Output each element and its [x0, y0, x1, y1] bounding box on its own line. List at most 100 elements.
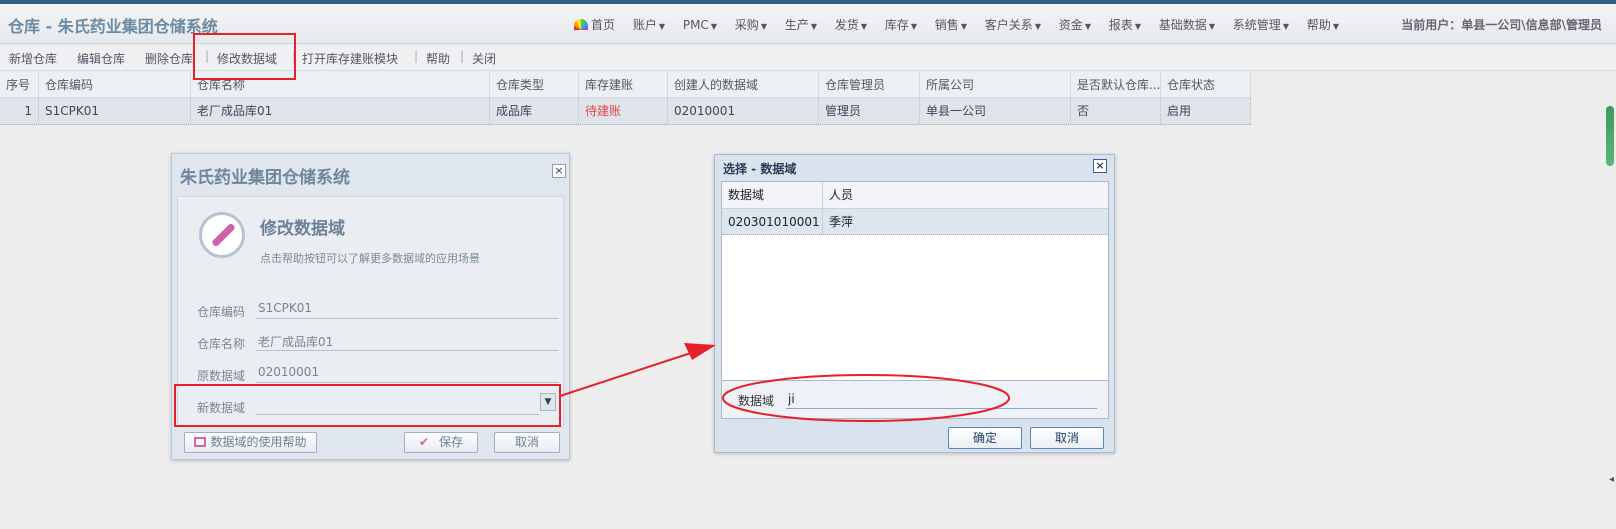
table-cell: 单县一公司	[920, 98, 1071, 124]
orig-domain-label: 原数据域	[197, 369, 246, 383]
table-cell: 020301010001	[722, 209, 823, 234]
column-header[interactable]: 库存建账	[579, 72, 668, 97]
dialog-subtitle: 点击帮助按钮可以了解更多数据域的应用场景	[260, 252, 480, 265]
caret-down-icon: ▼	[1332, 22, 1339, 31]
table-cell: 否	[1071, 98, 1161, 124]
toolbar-divider: |	[414, 49, 419, 63]
delete-warehouse-button[interactable]: 删除仓库	[145, 50, 193, 67]
dialog-title: 选择 - 数据域	[723, 162, 797, 176]
help-button[interactable]: 帮助	[426, 50, 450, 67]
modify-data-domain-button[interactable]: 修改数据域	[217, 50, 277, 67]
caret-down-icon: ▼	[658, 22, 666, 31]
main-menu: 首页 账户 ▼ PMC ▼ 采购 ▼ 生产 ▼ 发货 ▼ 库存 ▼ 销售 ▼ 客户关系 ▼ 资金…	[574, 16, 1353, 33]
search-input[interactable]	[786, 389, 1097, 409]
modify-domain-dialog: 朱氏药业集团仓储系统 × 修改数据域 点击帮助按钮可以了解更多数据域的应用场景 …	[171, 153, 570, 460]
domain-help-button[interactable]: 数据域的使用帮助	[184, 432, 317, 453]
menu-sales[interactable]: 销售 ▼	[935, 16, 967, 33]
check-icon: ✔	[418, 435, 430, 449]
annotation-arrow	[559, 349, 701, 397]
ok-button[interactable]: 确定	[948, 427, 1022, 449]
add-warehouse-button[interactable]: 新增仓库	[9, 50, 57, 67]
table-header: 数据域 人员	[722, 182, 1108, 209]
chevron-down-icon[interactable]: ▼	[540, 393, 556, 411]
code-field: S1CPK01	[256, 301, 559, 319]
toolbar-divider: |	[460, 49, 465, 63]
table-cell: 成品库	[490, 98, 579, 124]
domain-table: 数据域 人员 020301010001 季萍	[721, 181, 1109, 381]
edit-warehouse-button[interactable]: 编辑仓库	[77, 50, 125, 67]
table-cell: 1	[0, 98, 39, 124]
caret-down-icon: ▼	[810, 22, 817, 31]
close-icon[interactable]: ×	[1093, 159, 1107, 173]
search-label: 数据域	[738, 394, 775, 408]
close-button[interactable]: 关闭	[472, 50, 496, 67]
toolbar: 新增仓库 编辑仓库 删除仓库 | 修改数据域 | 打开库存建账模块 | 帮助 |…	[0, 45, 1616, 71]
table-cell: 启用	[1161, 98, 1251, 124]
column-header[interactable]: 仓库类型	[490, 72, 579, 97]
menu-reports[interactable]: 报表 ▼	[1109, 16, 1141, 33]
dialog-title: 朱氏药业集团仓储系统	[180, 168, 350, 188]
column-header[interactable]: 人员	[823, 182, 1110, 208]
app-header: 仓库 - 朱氏药业集团仓储系统 首页 账户 ▼ PMC ▼ 采购 ▼ 生产 ▼ 发货 ▼ …	[0, 4, 1616, 44]
menu-help[interactable]: 帮助 ▼	[1307, 16, 1339, 33]
close-icon[interactable]: ×	[552, 164, 566, 178]
cancel-button[interactable]: 取消	[494, 432, 560, 453]
menu-production[interactable]: 生产 ▼	[785, 16, 817, 33]
menu-inventory[interactable]: 库存 ▼	[885, 16, 917, 33]
table-cell: 02010001	[668, 98, 819, 124]
column-header[interactable]: 仓库编码	[39, 72, 191, 97]
column-header[interactable]: 仓库名称	[191, 72, 490, 97]
menu-purchase[interactable]: 采购 ▼	[735, 16, 767, 33]
warehouse-table: 序号 仓库编码 仓库名称 仓库类型 库存建账 创建人的数据域 仓库管理员 所属公…	[0, 72, 1251, 125]
dialog-heading: 修改数据域	[260, 219, 345, 239]
caret-down-icon: ▼	[760, 22, 767, 31]
current-user: 当前用户：单县一公司\信息部\管理员	[1401, 18, 1602, 32]
new-domain-input[interactable]	[256, 397, 539, 415]
scrollbar-thumb[interactable]	[1606, 106, 1614, 166]
caret-down-icon: ▼	[860, 22, 867, 31]
rainbow-home-icon	[574, 19, 588, 30]
page-title: 仓库 - 朱氏药业集团仓储系统	[8, 17, 218, 36]
menu-funds[interactable]: 资金 ▼	[1059, 16, 1091, 33]
menu-account[interactable]: 账户 ▼	[633, 16, 665, 33]
menu-pmc[interactable]: PMC ▼	[683, 18, 717, 32]
table-cell: 管理员	[819, 98, 920, 124]
name-field: 老厂成品库01	[256, 333, 559, 351]
open-inventory-module-button[interactable]: 打开库存建账模块	[302, 50, 398, 67]
toolbar-divider: |	[205, 49, 210, 63]
book-icon	[194, 437, 207, 447]
scroll-arrow-icon[interactable]: ◂	[1609, 474, 1614, 485]
annotation-arrowhead	[684, 343, 716, 360]
column-header[interactable]: 所属公司	[920, 72, 1071, 97]
caret-down-icon: ▼	[1282, 22, 1289, 31]
menu-home[interactable]: 首页	[574, 16, 615, 33]
caret-down-icon: ▼	[960, 22, 967, 31]
toolbar-divider: |	[292, 49, 297, 63]
search-bar: 数据域	[721, 381, 1109, 419]
table-row[interactable]: 1 S1CPK01 老厂成品库01 成品库 待建账 02010001 管理员 单…	[0, 98, 1251, 125]
compass-icon	[199, 212, 245, 258]
column-header[interactable]: 仓库管理员	[819, 72, 920, 97]
menu-system[interactable]: 系统管理 ▼	[1233, 16, 1289, 33]
column-header[interactable]: 数据域	[722, 182, 823, 208]
dialog-body: 修改数据域 点击帮助按钮可以了解更多数据域的应用场景 仓库编码 S1CPK01 …	[177, 196, 564, 426]
table-cell: 季萍	[829, 215, 854, 229]
cancel-button[interactable]: 取消	[1030, 427, 1104, 449]
orig-domain-field: 02010001	[256, 365, 559, 383]
menu-base-data[interactable]: 基础数据 ▼	[1159, 16, 1215, 33]
table-cell: 老厂成品库01	[191, 98, 490, 124]
table-header: 序号 仓库编码 仓库名称 仓库类型 库存建账 创建人的数据域 仓库管理员 所属公…	[0, 72, 1251, 98]
name-label: 仓库名称	[197, 337, 246, 351]
caret-down-icon: ▼	[1208, 22, 1215, 31]
save-button[interactable]: ✔ 保存	[404, 432, 478, 453]
table-cell: S1CPK01	[39, 98, 191, 124]
column-header[interactable]: 仓库状态	[1161, 72, 1251, 97]
table-row[interactable]: 020301010001 季萍	[722, 209, 1108, 235]
status-cell: 待建账	[579, 98, 668, 124]
column-header[interactable]: 是否默认仓库...	[1071, 72, 1161, 97]
column-header[interactable]: 序号	[0, 72, 39, 97]
menu-shipping[interactable]: 发货 ▼	[835, 16, 867, 33]
column-header[interactable]: 创建人的数据域	[668, 72, 819, 97]
new-domain-label: 新数据域	[197, 401, 246, 415]
menu-crm[interactable]: 客户关系 ▼	[985, 16, 1041, 33]
